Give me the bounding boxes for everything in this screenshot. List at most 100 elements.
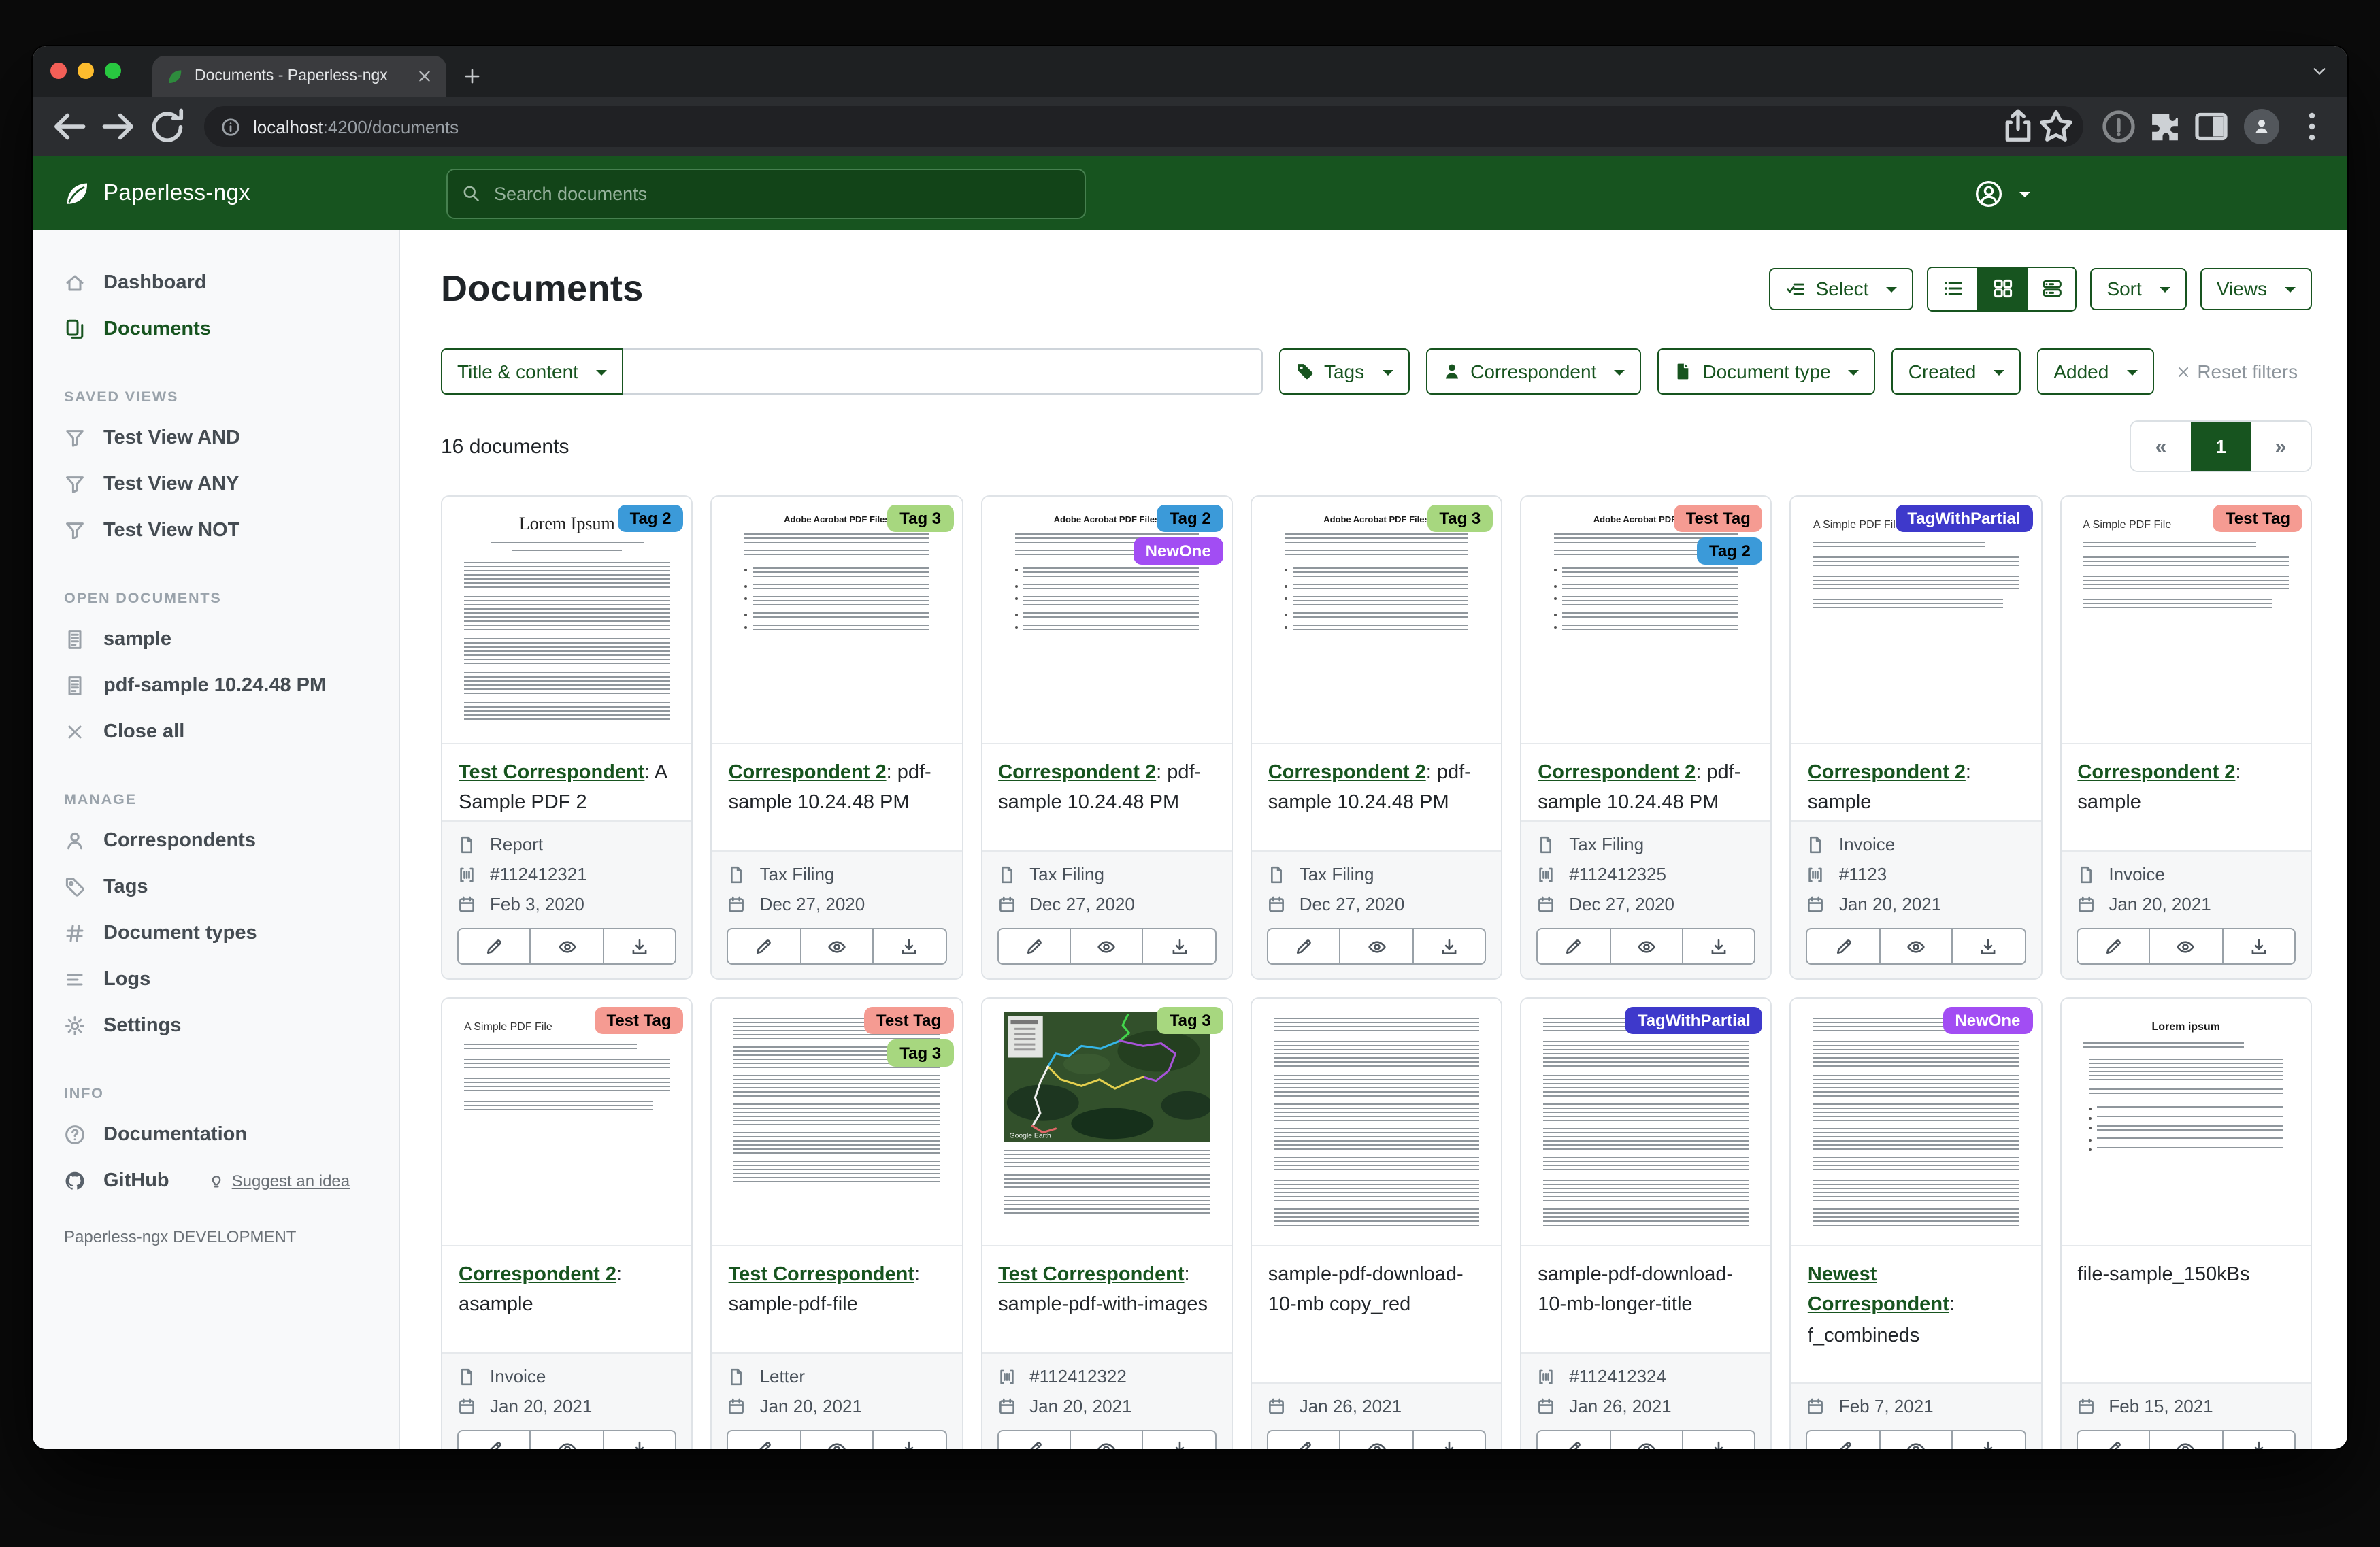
document-thumbnail[interactable]: Adobe Acrobat PDF FilesTag 3: [1252, 497, 1502, 744]
tag-badge[interactable]: Test Tag: [864, 1007, 953, 1034]
sidebar-item-close-all[interactable]: Close all: [33, 709, 399, 755]
document-card[interactable]: Lorem ipsumfile-sample_150kBsFeb 15, 202…: [2060, 997, 2312, 1449]
download-button[interactable]: [1952, 1430, 2026, 1449]
tag-badge[interactable]: NewOne: [1134, 537, 1223, 565]
edit-button[interactable]: [1267, 928, 1341, 965]
download-button[interactable]: [1142, 1430, 1217, 1449]
tag-badge[interactable]: Tag 3: [887, 505, 953, 532]
correspondent-link[interactable]: Correspondent 2: [2077, 762, 2235, 784]
sidebar-item-logs[interactable]: Logs: [33, 957, 399, 1003]
views-button[interactable]: Views: [2200, 267, 2312, 310]
sidebar-item-test-view-any[interactable]: Test View ANY: [33, 461, 399, 508]
edit-button[interactable]: [727, 928, 801, 965]
download-button[interactable]: [1142, 928, 1217, 965]
preview-button[interactable]: [1609, 1430, 1683, 1449]
edit-button[interactable]: [1536, 928, 1610, 965]
preview-button[interactable]: [1340, 1430, 1414, 1449]
download-button[interactable]: [872, 1430, 946, 1449]
view-detail-button[interactable]: [2026, 267, 2075, 310]
document-thumbnail[interactable]: A Simple PDF FileTest Tag: [442, 999, 692, 1246]
correspondent-link[interactable]: Correspondent 2: [1268, 762, 1426, 784]
select-button[interactable]: Select: [1770, 267, 1914, 310]
tab-overview-chevron-icon[interactable]: [2311, 63, 2328, 80]
close-window-button[interactable]: [50, 63, 67, 79]
download-button[interactable]: [1682, 1430, 1756, 1449]
sidebar-item-test-view-and[interactable]: Test View AND: [33, 415, 399, 461]
tag-badge[interactable]: TagWithPartial: [1895, 505, 2032, 532]
document-card[interactable]: Google EarthTag 3Test Correspondent: sam…: [980, 997, 1233, 1449]
document-thumbnail[interactable]: Lorem ipsum: [2061, 999, 2311, 1246]
pagination-page-1[interactable]: 1: [2191, 422, 2251, 471]
reload-button[interactable]: [147, 106, 188, 147]
preview-button[interactable]: [1879, 1430, 1953, 1449]
preview-button[interactable]: [799, 1430, 874, 1449]
share-button[interactable]: [1999, 107, 2037, 146]
edit-button[interactable]: [1806, 1430, 1881, 1449]
tag-badge[interactable]: Tag 2: [1697, 537, 1763, 565]
pagination-next-button[interactable]: »: [2251, 422, 2311, 471]
browser-tab[interactable]: Documents - Paperless-ngx: [152, 56, 446, 97]
edit-button[interactable]: [1536, 1430, 1610, 1449]
sidebar-item-documents[interactable]: Documents: [33, 306, 399, 352]
forward-button[interactable]: [98, 106, 139, 147]
download-button[interactable]: [603, 1430, 677, 1449]
address-bar[interactable]: localhost:4200/documents: [204, 106, 2083, 147]
browser-menu-kebab-icon[interactable]: [2293, 107, 2331, 146]
edit-button[interactable]: [997, 928, 1071, 965]
correspondent-link[interactable]: Correspondent 2: [1808, 762, 1966, 784]
sidebar-item-documentation[interactable]: Documentation: [33, 1112, 399, 1158]
tag-badge[interactable]: NewOne: [1943, 1007, 2032, 1034]
correspondent-link[interactable]: Correspondent 2: [459, 1264, 616, 1286]
created-filter-button[interactable]: Created: [1892, 348, 2021, 395]
download-button[interactable]: [2221, 928, 2296, 965]
correspondent-link[interactable]: Correspondent 2: [1538, 762, 1696, 784]
preview-button[interactable]: [530, 928, 604, 965]
download-button[interactable]: [1952, 928, 2026, 965]
correspondent-link[interactable]: Correspondent 2: [998, 762, 1156, 784]
edit-button[interactable]: [2076, 928, 2150, 965]
bookmark-star-button[interactable]: [2037, 107, 2075, 146]
document-thumbnail[interactable]: A Simple PDF FileTest Tag: [2061, 497, 2311, 744]
preview-button[interactable]: [2149, 1430, 2223, 1449]
sidebar-item-test-view-not[interactable]: Test View NOT: [33, 508, 399, 554]
preview-button[interactable]: [1340, 928, 1414, 965]
sort-button[interactable]: Sort: [2090, 267, 2186, 310]
new-tab-button[interactable]: [463, 67, 482, 86]
edit-button[interactable]: [1806, 928, 1881, 965]
extensions-puzzle-button[interactable]: [2146, 107, 2184, 146]
tag-badge[interactable]: Tag 2: [1157, 505, 1223, 532]
document-thumbnail[interactable]: Lorem IpsumTag 2: [442, 497, 692, 744]
view-grid-button[interactable]: [1977, 267, 2026, 310]
document-card[interactable]: Adobe Acrobat PDF FilesTest TagTag 2Corr…: [1520, 495, 1772, 980]
text-filter-input[interactable]: [623, 348, 1263, 395]
edit-button[interactable]: [457, 928, 531, 965]
download-button[interactable]: [872, 928, 946, 965]
preview-button[interactable]: [530, 1430, 604, 1449]
document-thumbnail[interactable]: Google EarthTag 3: [982, 999, 1232, 1246]
download-button[interactable]: [1412, 1430, 1486, 1449]
document-thumbnail[interactable]: Adobe Acrobat PDF FilesTag 2NewOne: [982, 497, 1232, 744]
tag-badge[interactable]: Tag 3: [887, 1039, 953, 1067]
sidebar-item-github[interactable]: GitHubSuggest an idea: [33, 1158, 399, 1204]
correspondent-link[interactable]: Test Correspondent: [998, 1264, 1184, 1286]
back-button[interactable]: [49, 106, 90, 147]
edit-button[interactable]: [457, 1430, 531, 1449]
user-menu[interactable]: [1974, 179, 2030, 207]
document-card[interactable]: Test TagTag 3Test Correspondent: sample-…: [711, 997, 963, 1449]
minimize-window-button[interactable]: [78, 63, 94, 79]
filter-field-dropdown[interactable]: Title & content: [441, 348, 623, 395]
preview-button[interactable]: [2149, 928, 2223, 965]
preview-button[interactable]: [1609, 928, 1683, 965]
tag-badge[interactable]: Test Tag: [2213, 505, 2302, 532]
view-list-button[interactable]: [1928, 267, 1977, 310]
document-card[interactable]: Adobe Acrobat PDF FilesTag 2NewOneCorres…: [980, 495, 1233, 980]
download-button[interactable]: [2221, 1430, 2296, 1449]
reset-filters-link[interactable]: Reset filters: [2175, 361, 2298, 382]
correspondent-link[interactable]: Newest Correspondent: [1808, 1264, 1949, 1316]
extension-badge-icon[interactable]: [2100, 107, 2138, 146]
edit-button[interactable]: [727, 1430, 801, 1449]
preview-button[interactable]: [1070, 1430, 1144, 1449]
download-button[interactable]: [1412, 928, 1486, 965]
download-button[interactable]: [603, 928, 677, 965]
pagination-prev-button[interactable]: «: [2131, 422, 2191, 471]
